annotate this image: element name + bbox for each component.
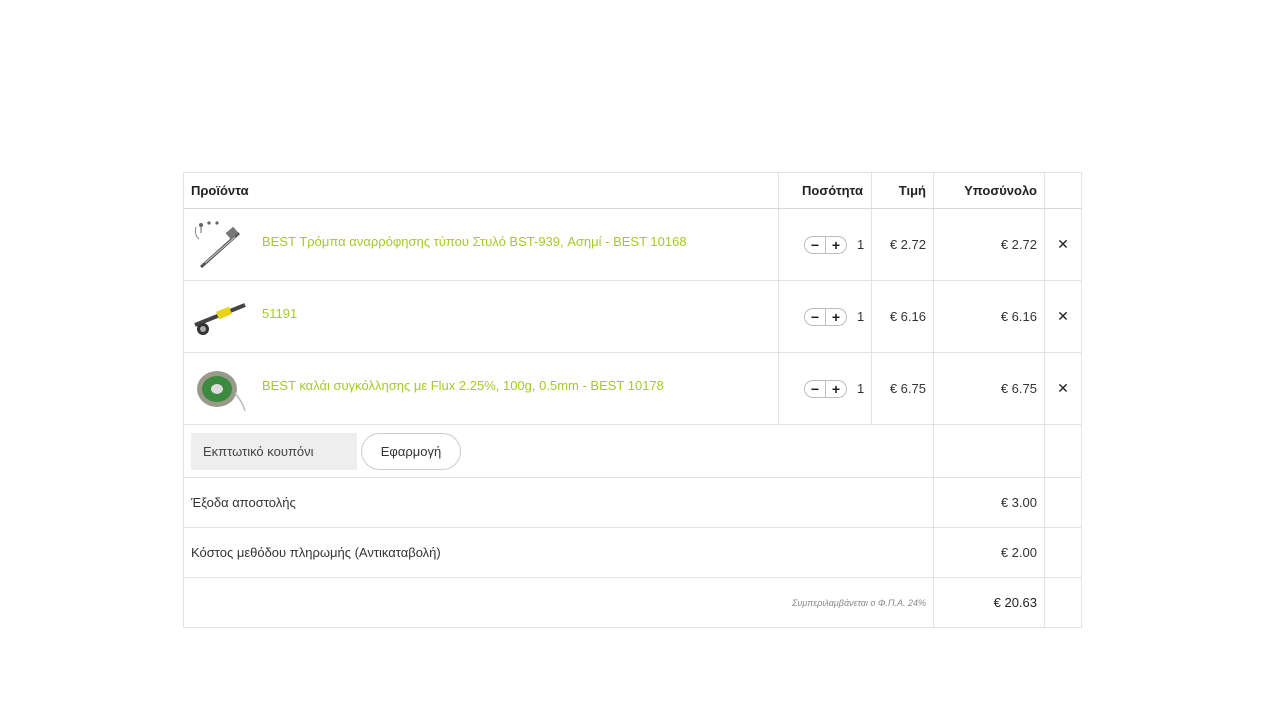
product-cell: BEST Τρόμπα αναρρόφησης τύπου Στυλό BST-… [184, 209, 779, 280]
product-image-soldering-iron[interactable] [191, 291, 247, 343]
price-cell: € 2.72 [872, 209, 934, 280]
total-note-cell: Συμπεριλαμβάνεται ο Φ.Π.Α. 24% [184, 578, 934, 627]
header-quantity: Ποσότητα [779, 173, 872, 208]
quantity-value[interactable]: 1 [857, 381, 864, 396]
price-cell: € 6.16 [872, 281, 934, 352]
remove-cell: ✕ [1045, 209, 1081, 280]
payment-fee-empty-cell [1045, 528, 1081, 577]
quantity-value[interactable]: 1 [857, 309, 864, 324]
header-products: Προϊόντα [184, 173, 779, 208]
shipping-label: Έξοδα αποστολής [184, 478, 934, 527]
subtotal-cell: € 6.16 [934, 281, 1045, 352]
increase-quantity-button[interactable]: + [825, 308, 846, 325]
coupon-empty-cell [1045, 425, 1081, 477]
decrease-quantity-button[interactable]: − [805, 381, 825, 397]
subtotal-cell: € 6.75 [934, 353, 1045, 424]
remove-item-icon[interactable]: ✕ [1057, 236, 1069, 253]
coupon-row: Εφαρμογή [184, 425, 1081, 478]
price-cell: € 6.75 [872, 353, 934, 424]
coupon-cell: Εφαρμογή [184, 425, 934, 477]
cart-header-row: Προϊόντα Ποσότητα Τιμή Υποσύνολο [184, 173, 1081, 209]
total-empty-cell [1045, 578, 1081, 627]
header-remove [1045, 173, 1081, 208]
stepper-buttons: − + [804, 235, 847, 254]
subtotal-cell: € 2.72 [934, 209, 1045, 280]
cart-item-row: 51191 − + 1 € 6.16 € 6.16 ✕ [184, 281, 1081, 353]
product-link[interactable]: BEST καλάι συγκόλλησης με Flux 2.25%, 10… [262, 378, 664, 393]
total-value: € 20.63 [934, 578, 1045, 627]
shipping-empty-cell [1045, 478, 1081, 527]
cart-item-row: BEST Τρόμπα αναρρόφησης τύπου Στυλό BST-… [184, 209, 1081, 281]
decrease-quantity-button[interactable]: − [805, 237, 825, 253]
quantity-stepper: − + 1 [804, 235, 864, 254]
product-link[interactable]: BEST Τρόμπα αναρρόφησης τύπου Στυλό BST-… [262, 234, 687, 249]
quantity-stepper: − + 1 [804, 379, 864, 398]
remove-item-icon[interactable]: ✕ [1057, 308, 1069, 325]
quantity-cell: − + 1 [779, 353, 872, 424]
quantity-cell: − + 1 [779, 281, 872, 352]
payment-fee-row: Κόστος μεθόδου πληρωμής (Αντικαταβολή) €… [184, 528, 1081, 578]
apply-coupon-button[interactable]: Εφαρμογή [361, 432, 461, 470]
coupon-input[interactable] [191, 432, 357, 470]
product-cell: 51191 [184, 281, 779, 352]
header-subtotal: Υποσύνολο [934, 173, 1045, 208]
product-image-solder-reel[interactable] [191, 363, 247, 415]
product-image-desoldering-pump[interactable] [191, 219, 247, 271]
decrease-quantity-button[interactable]: − [805, 309, 825, 325]
product-link[interactable]: 51191 [262, 306, 297, 321]
shipping-value: € 3.00 [934, 478, 1045, 527]
total-amount: € 20.63 [993, 595, 1037, 610]
quantity-cell: − + 1 [779, 209, 872, 280]
remove-cell: ✕ [1045, 281, 1081, 352]
coupon-value-cell [934, 425, 1045, 477]
cart-item-row: BEST καλάι συγκόλλησης με Flux 2.25%, 10… [184, 353, 1081, 425]
increase-quantity-button[interactable]: + [825, 380, 846, 397]
stepper-buttons: − + [804, 379, 847, 398]
cart-table: Προϊόντα Ποσότητα Τιμή Υποσύνολο BEST Τρ… [183, 172, 1082, 628]
total-row: Συμπεριλαμβάνεται ο Φ.Π.Α. 24% € 20.63 [184, 578, 1081, 627]
quantity-stepper: − + 1 [804, 307, 864, 326]
remove-cell: ✕ [1045, 353, 1081, 424]
shipping-row: Έξοδα αποστολής € 3.00 [184, 478, 1081, 528]
quantity-value[interactable]: 1 [857, 237, 864, 252]
product-cell: BEST καλάι συγκόλλησης με Flux 2.25%, 10… [184, 353, 779, 424]
stepper-buttons: − + [804, 307, 847, 326]
vat-note: Συμπεριλαμβάνεται ο Φ.Π.Α. 24% [792, 597, 926, 608]
payment-fee-label: Κόστος μεθόδου πληρωμής (Αντικαταβολή) [184, 528, 934, 577]
remove-item-icon[interactable]: ✕ [1057, 380, 1069, 397]
increase-quantity-button[interactable]: + [825, 236, 846, 253]
header-price: Τιμή [872, 173, 934, 208]
payment-fee-value: € 2.00 [934, 528, 1045, 577]
